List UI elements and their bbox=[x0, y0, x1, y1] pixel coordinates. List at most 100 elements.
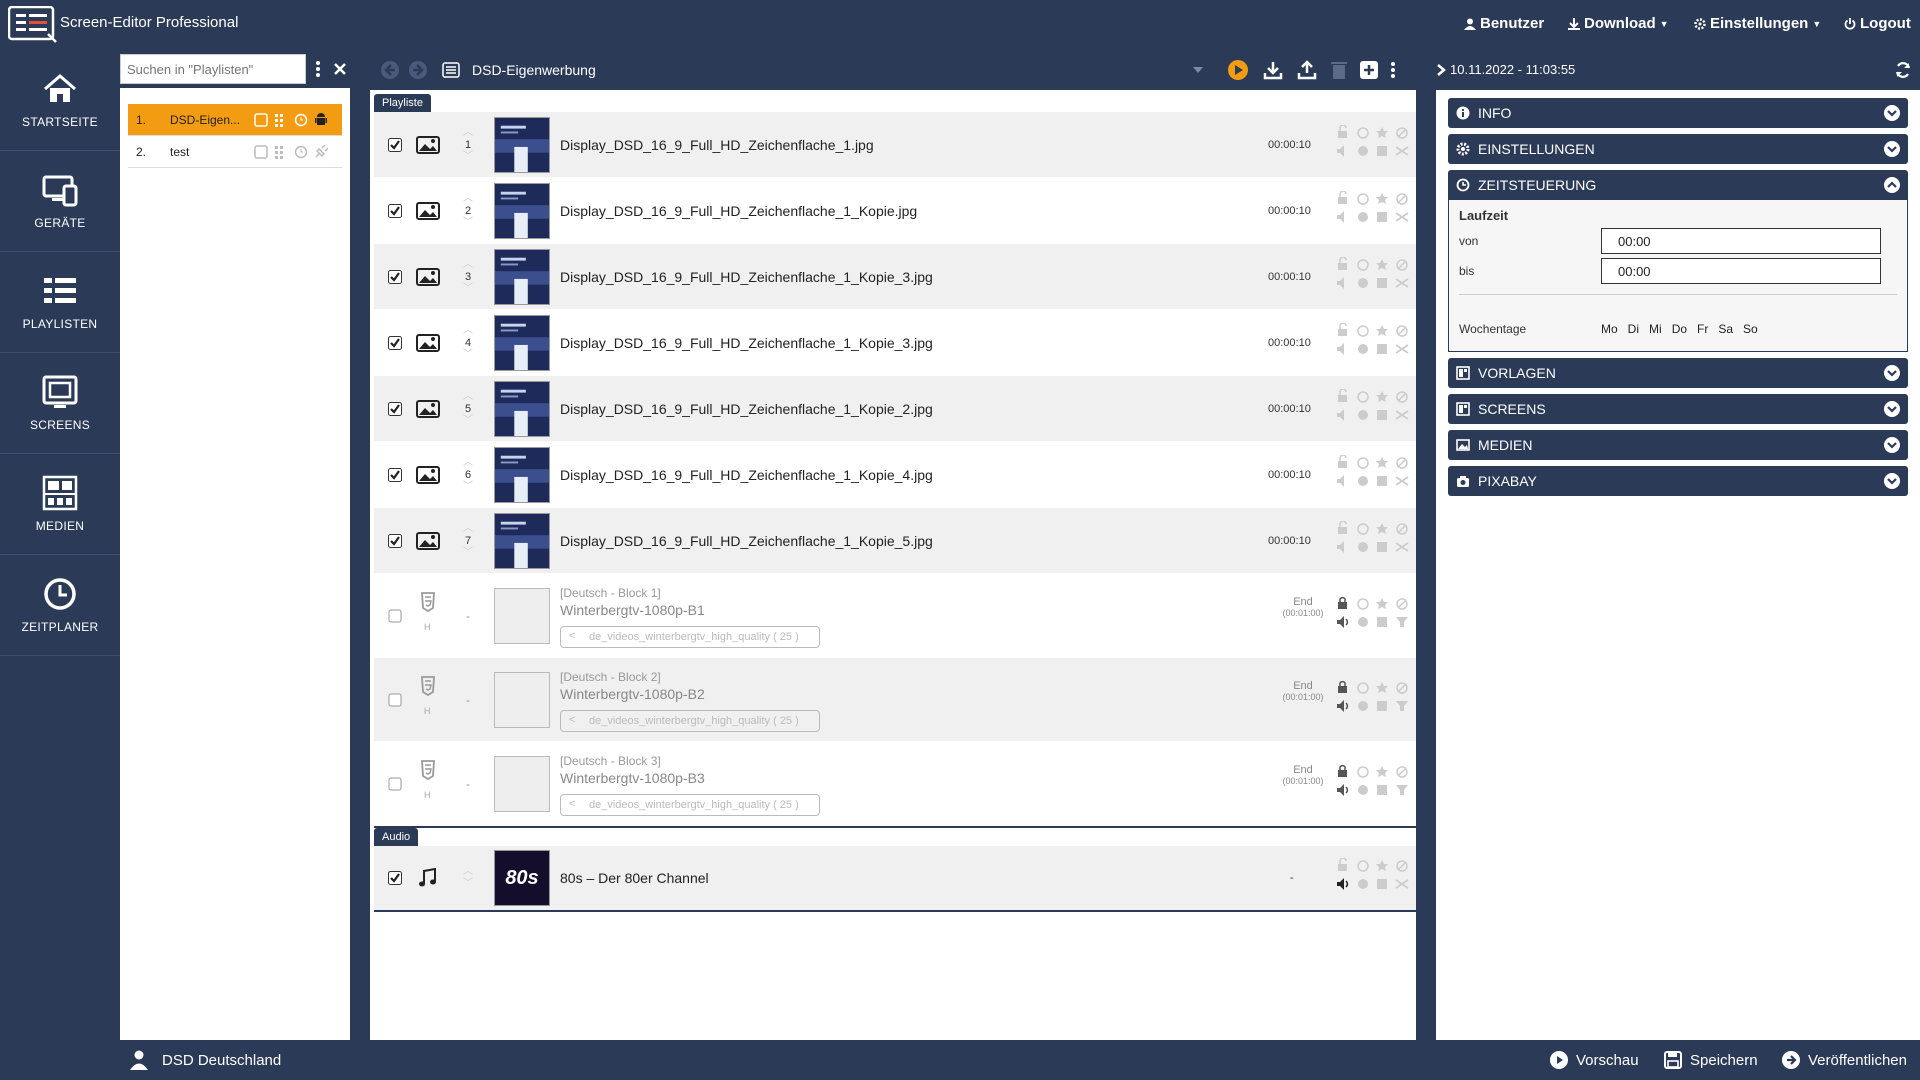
checkbox-checked-icon[interactable] bbox=[388, 335, 402, 350]
weekday-toggle[interactable]: Di bbox=[1628, 322, 1639, 336]
forward-arrow-icon[interactable] bbox=[408, 60, 428, 80]
arrow-down-icon[interactable]: ﹀ bbox=[458, 415, 478, 427]
lock-icon[interactable] bbox=[1338, 680, 1347, 693]
chevron-down-icon[interactable] bbox=[1884, 473, 1900, 489]
volume-icon[interactable] bbox=[1337, 276, 1344, 289]
block-icon[interactable] bbox=[1396, 126, 1408, 139]
checkbox-checked-icon[interactable] bbox=[388, 467, 402, 482]
media-row[interactable]: ︿ 5 ﹀ Display_DSD_16_9_Full_HD_Zeichenflach… bbox=[374, 376, 1416, 442]
reorder-handle[interactable]: ︿ 7 ﹀ bbox=[458, 523, 478, 559]
loop-icon[interactable] bbox=[1358, 409, 1368, 420]
time-from-input[interactable] bbox=[1601, 228, 1881, 254]
arrow-down-icon[interactable]: ﹀ bbox=[458, 547, 478, 559]
layer-icon[interactable] bbox=[1377, 277, 1387, 288]
weekday-toggle[interactable]: Fr bbox=[1697, 322, 1708, 336]
media-thumbnail[interactable] bbox=[494, 248, 550, 305]
accordion-screens[interactable]: SCREENS bbox=[1448, 394, 1908, 424]
layer-icon[interactable] bbox=[1377, 343, 1387, 354]
accordion-zeitsteuerung[interactable]: ZEITSTEUERUNG bbox=[1448, 170, 1908, 200]
lock-icon[interactable] bbox=[1338, 764, 1347, 777]
arrow-up-icon[interactable]: ︿ bbox=[458, 866, 478, 878]
accordion-einstellungen[interactable]: EINSTELLUNGEN bbox=[1448, 134, 1908, 164]
accordion-pixabay[interactable]: PIXABAY bbox=[1448, 466, 1908, 496]
media-row[interactable]: ︿ 4 ﹀ Display_DSD_16_9_Full_HD_Zeichenflach… bbox=[374, 310, 1416, 376]
filter-icon[interactable] bbox=[1396, 616, 1408, 627]
timer-icon[interactable] bbox=[1357, 522, 1369, 535]
layer-icon[interactable] bbox=[1377, 879, 1387, 889]
block-source-tag[interactable]: < de_videos_winterbergtv_high_quality ( 2… bbox=[560, 710, 820, 732]
chevron-down-icon[interactable] bbox=[1884, 401, 1900, 417]
nav-item-startseite[interactable]: STARTSEITE bbox=[0, 50, 120, 151]
media-row[interactable]: ︿ 2 ﹀ Display_DSD_16_9_Full_HD_Zeichenflach… bbox=[374, 178, 1416, 244]
block-icon[interactable] bbox=[1396, 681, 1408, 694]
refresh-icon[interactable] bbox=[1894, 61, 1912, 79]
arrow-down-icon[interactable]: ﹀ bbox=[458, 217, 478, 229]
timer-icon[interactable] bbox=[1357, 860, 1369, 872]
block-source-tag[interactable]: < de_videos_winterbergtv_high_quality ( 2… bbox=[560, 626, 820, 648]
checkbox-unchecked-icon[interactable] bbox=[388, 693, 402, 707]
nav-item-medien[interactable]: MEDIEN bbox=[0, 454, 120, 555]
weekday-toggle[interactable]: Do bbox=[1672, 322, 1687, 336]
media-thumbnail[interactable] bbox=[494, 380, 550, 437]
grid-icon[interactable] bbox=[274, 113, 288, 127]
time-to-input[interactable] bbox=[1601, 258, 1881, 284]
accordion-medien[interactable]: MEDIEN bbox=[1448, 430, 1908, 460]
timer-icon[interactable] bbox=[1357, 324, 1369, 337]
block-icon[interactable] bbox=[1396, 192, 1408, 205]
download-menu[interactable]: Download ▼ bbox=[1568, 15, 1669, 32]
star-icon[interactable] bbox=[1376, 860, 1388, 871]
dropdown-caret-icon[interactable] bbox=[1192, 65, 1204, 75]
timer-icon[interactable] bbox=[1357, 765, 1369, 778]
media-thumbnail[interactable] bbox=[494, 182, 550, 239]
checkbox-checked-icon[interactable] bbox=[388, 533, 402, 548]
layer-icon[interactable] bbox=[1377, 541, 1387, 552]
layer-icon[interactable] bbox=[1377, 616, 1387, 627]
shuffle-icon[interactable] bbox=[1395, 277, 1409, 288]
star-icon[interactable] bbox=[1376, 597, 1388, 609]
volume-icon[interactable] bbox=[1337, 783, 1349, 796]
block-source-tag[interactable]: < de_videos_winterbergtv_high_quality ( 2… bbox=[560, 794, 820, 816]
timer-icon[interactable] bbox=[1357, 126, 1369, 139]
star-icon[interactable] bbox=[1376, 390, 1388, 402]
accordion-vorlagen[interactable]: VORLAGEN bbox=[1448, 358, 1908, 388]
arrow-down-icon[interactable]: ﹀ bbox=[458, 283, 478, 295]
block-thumbnail[interactable] bbox=[494, 672, 550, 728]
block-icon[interactable] bbox=[1396, 765, 1408, 778]
timer-icon[interactable] bbox=[1357, 192, 1369, 205]
nav-item-playlisten[interactable]: PLAYLISTEN bbox=[0, 252, 120, 353]
arrow-down-icon[interactable]: ﹀ bbox=[458, 349, 478, 361]
volume-icon[interactable] bbox=[1337, 210, 1344, 223]
shuffle-icon[interactable] bbox=[1395, 879, 1409, 889]
arrow-down-icon[interactable]: ﹀ bbox=[458, 878, 478, 890]
arrow-up-icon[interactable]: ︿ bbox=[458, 193, 478, 205]
loop-icon[interactable] bbox=[1358, 616, 1368, 627]
loop-icon[interactable] bbox=[1358, 541, 1368, 552]
loop-icon[interactable] bbox=[1358, 879, 1368, 889]
chevron-up-icon[interactable] bbox=[1884, 177, 1900, 193]
filter-icon[interactable] bbox=[1396, 700, 1408, 711]
unlock-icon[interactable] bbox=[1338, 520, 1347, 534]
shuffle-icon[interactable] bbox=[1395, 211, 1409, 222]
reorder-handle[interactable]: ︿ 3 ﹀ bbox=[458, 259, 478, 295]
shuffle-icon[interactable] bbox=[1395, 145, 1409, 156]
trash-icon[interactable] bbox=[1328, 59, 1350, 81]
block-icon[interactable] bbox=[1396, 390, 1408, 403]
timer-icon[interactable] bbox=[1357, 597, 1369, 610]
star-icon[interactable] bbox=[1376, 258, 1388, 270]
accordion-info[interactable]: INFO bbox=[1448, 98, 1908, 128]
playlist-item[interactable]: 2. test bbox=[128, 136, 342, 168]
layer-icon[interactable] bbox=[1377, 475, 1387, 486]
star-icon[interactable] bbox=[1376, 456, 1388, 468]
media-thumbnail[interactable] bbox=[494, 314, 550, 371]
collapse-arrow-icon[interactable] bbox=[1434, 63, 1448, 77]
loop-icon[interactable] bbox=[1358, 700, 1368, 711]
clock-icon[interactable] bbox=[294, 113, 308, 127]
clock-icon[interactable] bbox=[294, 145, 308, 159]
close-icon[interactable] bbox=[330, 54, 350, 84]
save-button[interactable]: Speichern bbox=[1664, 1051, 1758, 1069]
layer-icon[interactable] bbox=[1377, 211, 1387, 222]
user-menu[interactable]: Benutzer bbox=[1464, 15, 1544, 32]
volume-icon[interactable] bbox=[1337, 540, 1344, 553]
arrow-up-icon[interactable]: ︿ bbox=[458, 259, 478, 271]
chevron-down-icon[interactable] bbox=[1884, 365, 1900, 381]
